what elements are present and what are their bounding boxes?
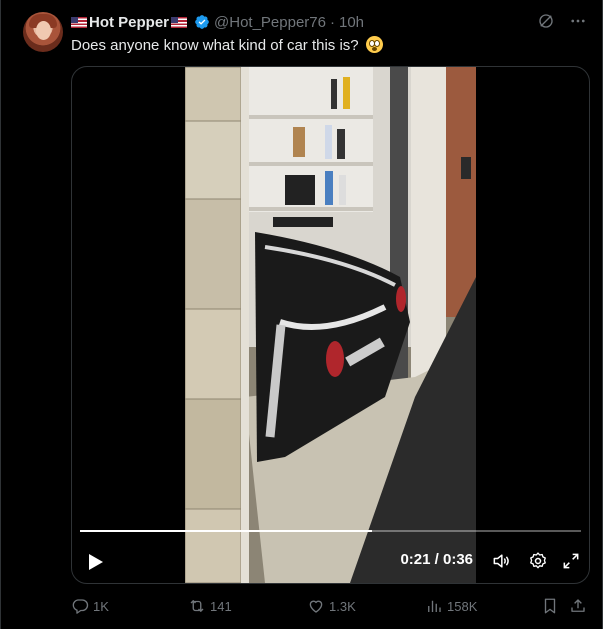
views-count: 158K (447, 598, 478, 614)
views-icon (428, 600, 441, 612)
more-icon[interactable] (569, 12, 587, 30)
video-controls: 0:21 / 0:36 (72, 543, 589, 583)
timeline-border-left (0, 0, 1, 629)
repost-icon (190, 600, 204, 612)
video-scrubber-progress (80, 530, 373, 532)
share-button[interactable] (569, 597, 587, 615)
tweet-action-bar: 1K 141 1.3K 158K (71, 596, 587, 616)
repost-count: 141 (210, 598, 232, 614)
like-button[interactable]: 1.3K (307, 597, 356, 615)
share-icon (571, 599, 585, 612)
video-time-display: 0:21 / 0:36 (400, 551, 473, 568)
reply-count: 1K (93, 598, 109, 614)
gear-icon[interactable] (528, 551, 548, 571)
tweet-top-actions (537, 12, 587, 30)
views-button[interactable]: 158K (425, 597, 477, 615)
reply-button[interactable]: 1K (71, 597, 109, 615)
user-handle[interactable]: @Hot_Pepper76 (214, 14, 326, 31)
video-scrubber[interactable] (80, 530, 581, 532)
avatar[interactable] (23, 12, 63, 52)
grok-icon[interactable] (537, 12, 555, 30)
tweet-text-content: Does anyone know what kind of car this i… (71, 37, 359, 54)
bookmark-button[interactable] (541, 597, 559, 615)
display-name-text: Hot Pepper (89, 13, 170, 31)
bookmark-icon (544, 598, 556, 614)
verified-badge-icon (195, 15, 209, 29)
video-frame-image (185, 67, 476, 583)
flushed-face-emoji-icon (365, 36, 383, 53)
reply-icon (72, 599, 89, 614)
timestamp[interactable]: 10h (339, 14, 364, 31)
tweet-text: Does anyone know what kind of car this i… (71, 36, 383, 56)
heart-icon (309, 600, 323, 613)
us-flag-icon (171, 16, 188, 28)
expand-icon[interactable] (561, 551, 581, 571)
repost-button[interactable]: 141 (188, 597, 232, 615)
like-count: 1.3K (329, 598, 356, 614)
us-flag-icon (71, 16, 87, 28)
play-icon[interactable] (88, 553, 104, 571)
display-name[interactable]: Hot Pepper (71, 13, 188, 31)
volume-icon[interactable] (491, 551, 511, 571)
video-frame[interactable] (185, 67, 476, 583)
separator-dot: · (329, 13, 335, 31)
video-player[interactable]: 0:21 / 0:36 (71, 66, 590, 584)
tweet-header: Hot Pepper @Hot_Pepper76 · 10h (71, 12, 364, 32)
